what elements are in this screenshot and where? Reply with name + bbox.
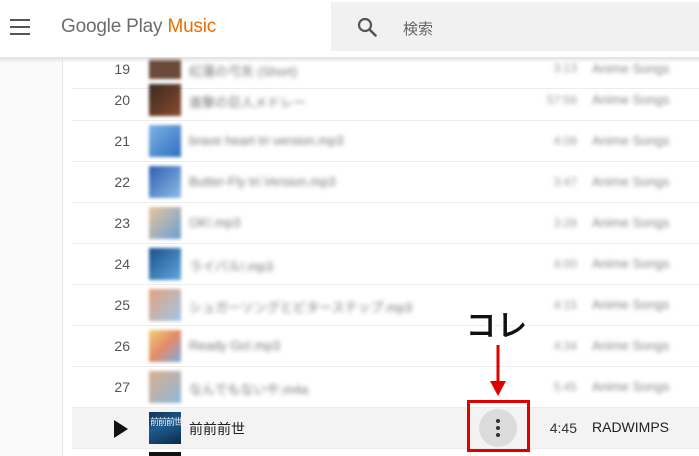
track-title: シュガーソングとビターステップ.mp3: [189, 300, 413, 315]
track-number: 19: [114, 61, 130, 77]
track-title: 進撃の巨人メドレー: [189, 95, 307, 110]
app-header: Google Play Music 検索: [0, 0, 699, 57]
track-row[interactable]: 21 brave heart tri version.mp3 4:08 Anim…: [72, 121, 699, 162]
track-artist: Anime Songs: [592, 338, 670, 353]
track-number: 20: [114, 92, 130, 108]
album-art-text: 前前前世: [150, 417, 181, 427]
track-artist: Anime Songs: [592, 297, 670, 312]
album-art: [149, 166, 181, 198]
track-row[interactable]: 22 Butter-Fly tri.Version.mp3 3:47 Anime…: [72, 162, 699, 203]
track-duration: 3:47: [553, 175, 577, 189]
track-title: Butter-Fly tri.Version.mp3: [189, 174, 336, 189]
header-shadow: [0, 57, 699, 63]
track-list: 19 紅蓮の弓矢 (Short) 3:13 Anime Songs 20 進撃の…: [72, 40, 699, 456]
album-art: [149, 125, 181, 157]
track-number: 24: [114, 256, 130, 272]
play-icon[interactable]: [114, 420, 128, 438]
track-duration: 4:00: [553, 257, 577, 271]
highlight-box: [467, 400, 530, 452]
track-title: OK!.mp3: [189, 215, 241, 230]
album-art: [149, 371, 181, 403]
album-art: 前前前世: [149, 412, 181, 444]
track-artist: Anime Songs: [592, 215, 670, 230]
album-art: [149, 84, 181, 116]
track-duration: 4:08: [553, 134, 577, 148]
track-number: 26: [114, 338, 130, 354]
next-album-art-edge: [149, 452, 181, 456]
track-artist: Anime Songs: [592, 174, 670, 189]
track-number: 21: [114, 133, 130, 149]
logo-play-text: Play: [126, 16, 163, 37]
track-duration: 57:56: [546, 93, 577, 107]
track-duration: 3:13: [553, 61, 577, 75]
track-row[interactable]: 25 シュガーソングとビターステップ.mp3 4:15 Anime Songs: [72, 285, 699, 326]
logo-music-text: Music: [167, 16, 217, 37]
track-row[interactable]: 26 Ready Go!.mp3 4:34 Anime Songs: [72, 326, 699, 367]
track-artist: Anime Songs: [592, 61, 670, 76]
track-title: 前前前世: [189, 421, 245, 437]
album-art: [149, 330, 181, 362]
track-artist: RADWIMPS: [592, 419, 669, 435]
track-row[interactable]: 24 ライバル!.mp3 4:00 Anime Songs: [72, 244, 699, 285]
search-icon[interactable]: [357, 17, 377, 42]
track-title: Ready Go!.mp3: [189, 338, 281, 353]
track-title: 紅蓮の弓矢 (Short): [189, 64, 298, 79]
album-art: [149, 207, 181, 239]
track-artist: Anime Songs: [592, 256, 670, 271]
track-title: なんでもないや.m4a: [189, 382, 309, 397]
track-row[interactable]: 20 進撃の巨人メドレー 57:56 Anime Songs: [72, 80, 699, 121]
track-number: 23: [114, 215, 130, 231]
logo-google-text: Google: [61, 16, 122, 37]
hamburger-menu-icon[interactable]: [10, 19, 30, 35]
callout-label: コレ: [466, 310, 528, 343]
app-logo[interactable]: Google Play Music: [61, 16, 216, 38]
track-number: 25: [114, 297, 130, 313]
track-number: 27: [114, 379, 130, 395]
track-number: 22: [114, 174, 130, 190]
track-artist: Anime Songs: [592, 379, 670, 394]
search-placeholder: 検索: [403, 21, 434, 38]
album-art: [149, 289, 181, 321]
track-title: brave heart tri version.mp3: [189, 133, 344, 148]
album-art: [149, 248, 181, 280]
track-artist: Anime Songs: [592, 133, 670, 148]
current-track-row[interactable]: 前前前世 前前前世 4:45 RADWIMPS: [72, 408, 699, 449]
sidebar: [0, 57, 63, 456]
track-artist: Anime Songs: [592, 92, 670, 107]
track-duration: 5:45: [553, 380, 577, 394]
track-row[interactable]: 23 OK!.mp3 3:28 Anime Songs: [72, 203, 699, 244]
arrow-down-icon: [490, 345, 506, 396]
track-title: ライバル!.mp3: [189, 259, 274, 274]
search-bar[interactable]: 検索: [331, 2, 699, 51]
track-row[interactable]: 27 なんでもないや.m4a 5:45 Anime Songs: [72, 367, 699, 408]
track-duration: 3:28: [553, 216, 577, 230]
